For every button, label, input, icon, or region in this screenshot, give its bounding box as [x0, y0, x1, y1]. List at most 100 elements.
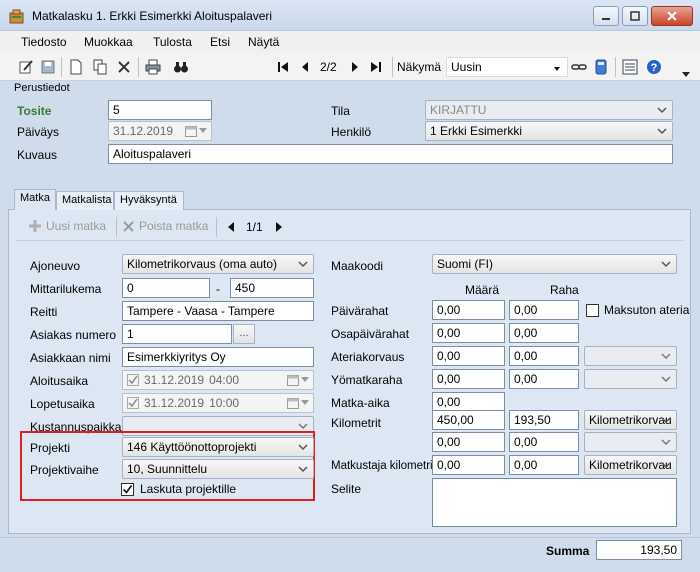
- kilometrit-type-select[interactable]: Kilometrikorvau: [584, 410, 677, 430]
- help-button[interactable]: ?: [645, 58, 663, 76]
- first-record-button[interactable]: [274, 58, 292, 76]
- raha-header: Raha: [550, 283, 579, 297]
- tab-matkalista[interactable]: Matkalista: [56, 191, 114, 210]
- minimize-icon: [602, 18, 610, 20]
- reitti-field[interactable]: Tampere - Vaasa - Tampere: [122, 301, 314, 321]
- next-record-button[interactable]: [346, 58, 364, 76]
- menu-muokkaa[interactable]: Muokkaa: [84, 35, 133, 49]
- aloitusaika-field[interactable]: 31.12.2019 04:00: [122, 370, 314, 390]
- maximize-button[interactable]: [622, 6, 648, 26]
- matka-aika-maara[interactable]: 0,00: [432, 392, 505, 412]
- mittari-dash: -: [216, 282, 220, 296]
- osapaivarahat-raha[interactable]: 0,00: [509, 323, 579, 343]
- selite-textarea[interactable]: [432, 478, 677, 527]
- view-select-value: Uusin: [451, 60, 482, 74]
- extra-km-maara[interactable]: 0,00: [432, 432, 505, 452]
- yomatkaraha-type-select[interactable]: [584, 369, 677, 389]
- menu-etsi[interactable]: Etsi: [210, 35, 230, 49]
- paivays-value: 31.12.2019: [113, 124, 174, 138]
- kuvaus-field[interactable]: Aloituspalaveri: [108, 144, 673, 164]
- mittarilukema-label: Mittarilukema: [30, 282, 102, 296]
- customer-browse-button[interactable]: ...: [233, 324, 255, 344]
- find-button[interactable]: [172, 58, 190, 76]
- link-button[interactable]: [570, 58, 588, 76]
- view-select[interactable]: Uusin: [446, 57, 568, 77]
- mittari-end-field[interactable]: 450: [230, 278, 314, 298]
- maakoodi-select[interactable]: Suomi (FI): [432, 254, 677, 274]
- osapaivarahat-maara[interactable]: 0,00: [432, 323, 505, 343]
- kilometrit-label: Kilometrit: [331, 416, 382, 430]
- kilometrit-raha[interactable]: 193,50: [509, 410, 579, 430]
- copy-button[interactable]: [91, 58, 109, 76]
- checkbox-checked-icon: [127, 397, 139, 409]
- next-icon: [352, 62, 358, 72]
- tab-matka[interactable]: Matka: [14, 189, 56, 210]
- asiakasnumero-label: Asiakas numero: [30, 328, 117, 342]
- aloitus-time: 04:00: [209, 373, 240, 387]
- previous-trip-icon[interactable]: [226, 221, 236, 233]
- ateriakorvaus-type-select[interactable]: [584, 346, 677, 366]
- print-button[interactable]: [144, 58, 162, 76]
- toolbar-overflow-button[interactable]: [681, 68, 691, 82]
- summary-bar: [0, 537, 700, 572]
- paivarahat-maara[interactable]: 0,00: [432, 300, 505, 320]
- yomatkaraha-maara[interactable]: 0,00: [432, 369, 505, 389]
- projekti-select[interactable]: 146 Käyttöönottoprojekti: [122, 437, 314, 457]
- laskuta-checkbox[interactable]: Laskuta projektille: [121, 482, 236, 496]
- delete-trip-button[interactable]: Poista matka: [122, 219, 208, 233]
- menu-tiedosto[interactable]: Tiedosto: [21, 35, 67, 49]
- save-button[interactable]: [39, 58, 57, 76]
- maksuton-ateria-checkbox[interactable]: Maksuton ateria: [586, 303, 689, 317]
- chevron-down-icon: [301, 377, 309, 382]
- projektivaihe-value: 10, Suunnittelu: [127, 462, 208, 476]
- henkilo-select[interactable]: 1 Erkki Esimerkki: [425, 121, 673, 141]
- last-record-button[interactable]: [367, 58, 385, 76]
- yomatkaraha-raha[interactable]: 0,00: [509, 369, 579, 389]
- menu-tulosta[interactable]: Tulosta: [153, 35, 192, 49]
- mittari-start-field[interactable]: 0: [122, 278, 210, 298]
- calculator-icon: [595, 59, 607, 75]
- calculator-button[interactable]: [592, 58, 610, 76]
- projekti-label: Projekti: [30, 441, 71, 455]
- paivays-field[interactable]: 31.12.2019: [108, 121, 212, 141]
- minimize-button[interactable]: [593, 6, 619, 26]
- list-view-button[interactable]: [621, 58, 639, 76]
- dropdown-arrow-icon: [554, 67, 560, 71]
- delete-icon: [118, 61, 130, 73]
- maximize-icon: [630, 11, 640, 21]
- extra-km-type-select[interactable]: [584, 432, 677, 452]
- asiakasnumero-field[interactable]: 1: [122, 324, 232, 344]
- tab-hyvaksynta[interactable]: Hyväksyntä: [114, 191, 184, 210]
- asiakasnimi-field[interactable]: Esimerkkiyritys Oy: [122, 347, 314, 367]
- tosite-field[interactable]: 5: [108, 100, 212, 120]
- kilometrit-maara[interactable]: 450,00: [432, 410, 505, 430]
- new-trip-button[interactable]: Uusi matka: [28, 219, 106, 233]
- new-document-button[interactable]: [67, 58, 85, 76]
- chevron-down-icon: [682, 72, 690, 77]
- tila-select[interactable]: KIRJATTU: [425, 100, 673, 120]
- extra-km-raha[interactable]: 0,00: [509, 432, 579, 452]
- edit-button[interactable]: [17, 58, 35, 76]
- menu-nayta[interactable]: Näytä: [248, 35, 279, 49]
- delete-button[interactable]: [115, 58, 133, 76]
- matkustaja-km-raha[interactable]: 0,00: [509, 455, 579, 475]
- paivarahat-label: Päivärahat: [331, 304, 389, 318]
- next-trip-icon[interactable]: [274, 221, 284, 233]
- lopetusaika-field[interactable]: 31.12.2019 10:00: [122, 393, 314, 413]
- app-icon: [9, 9, 24, 24]
- paivarahat-raha[interactable]: 0,00: [509, 300, 579, 320]
- previous-record-button[interactable]: [296, 58, 314, 76]
- ajoneuvo-select[interactable]: Kilometrikorvaus (oma auto): [122, 254, 314, 274]
- delete-icon: [123, 220, 134, 232]
- projektivaihe-select[interactable]: 10, Suunnittelu: [122, 459, 314, 479]
- matkustaja-km-type-select[interactable]: Kilometrikorvau: [584, 455, 677, 475]
- new-trip-label: Uusi matka: [46, 219, 107, 233]
- close-button[interactable]: [651, 6, 693, 26]
- ateriakorvaus-raha[interactable]: 0,00: [509, 346, 579, 366]
- henkilo-value: 1 Erkki Esimerkki: [430, 124, 523, 138]
- ateriakorvaus-maara[interactable]: 0,00: [432, 346, 505, 366]
- checkbox-unchecked-icon: [586, 303, 599, 317]
- matkustaja-km-maara[interactable]: 0,00: [432, 455, 505, 475]
- toolbar-separator: [138, 57, 139, 77]
- matkustaja-km-type-value: Kilometrikorvau: [589, 458, 672, 472]
